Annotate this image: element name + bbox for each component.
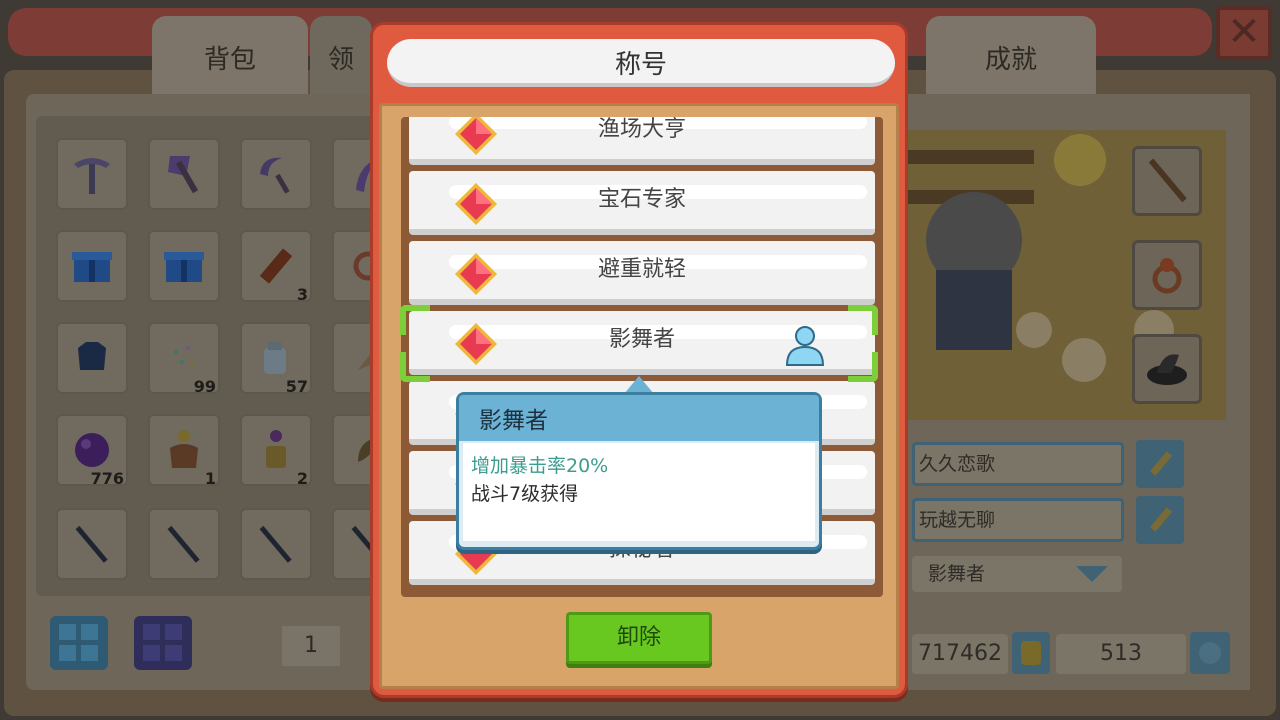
- seeds-icon: [174, 346, 194, 366]
- title-tooltip: 影舞者 增加暴击率20% 战斗7级获得: [456, 392, 822, 550]
- grid-icon: [59, 624, 98, 661]
- page-number: 1: [282, 626, 340, 666]
- selection-corner: [400, 352, 430, 382]
- selection-corner: [400, 305, 430, 335]
- tooltip-body: 增加暴击率20% 战斗7级获得: [463, 443, 815, 541]
- gem-icon: [1190, 632, 1230, 674]
- equip-slot-weapon[interactable]: [1132, 146, 1202, 216]
- inventory-slot[interactable]: [56, 322, 128, 394]
- tab-backpack[interactable]: 背包: [152, 16, 308, 98]
- hat-icon: [1147, 354, 1187, 385]
- title-row-selected[interactable]: 影舞者: [409, 311, 875, 375]
- tab-achievements[interactable]: 成就: [926, 16, 1096, 98]
- sort-button[interactable]: [134, 616, 192, 670]
- gift-box-icon: [164, 252, 204, 282]
- selection-corner: [848, 305, 878, 335]
- tab-label: 成就: [984, 45, 1037, 75]
- grid-view-button[interactable]: [50, 616, 108, 670]
- tab-label: 领: [327, 45, 354, 75]
- pencil-icon: [1149, 451, 1173, 476]
- ring-icon: [1152, 258, 1182, 294]
- inventory-slot[interactable]: [56, 138, 128, 210]
- chevron-down-icon: [1076, 566, 1108, 582]
- title-row-label: 渔场大亨: [597, 117, 686, 142]
- user-equipped-icon: [785, 326, 825, 366]
- gift-box-icon: [72, 252, 112, 282]
- milk-jug-icon: [264, 342, 286, 374]
- inventory-slot[interactable]: 1: [148, 414, 220, 488]
- inventory-slot[interactable]: 99: [148, 322, 220, 396]
- inventory-slot[interactable]: [240, 508, 312, 580]
- title-dropdown-value: 影舞者: [928, 563, 986, 585]
- equip-slot-hat[interactable]: [1132, 334, 1202, 404]
- inventory-slot[interactable]: 776: [56, 414, 128, 488]
- potion-bottle-icon: [266, 430, 286, 468]
- item-count: 2: [296, 469, 308, 488]
- gold-coin-icon: [1012, 632, 1050, 674]
- inventory-slot[interactable]: 57: [240, 322, 312, 396]
- flower-bag-icon: [170, 430, 198, 468]
- inventory-slot[interactable]: [148, 508, 220, 580]
- pencil-icon: [1149, 507, 1173, 532]
- edit-signature-button[interactable]: [1136, 496, 1184, 544]
- item-count: 1: [204, 469, 216, 488]
- inventory-slot[interactable]: [148, 230, 220, 302]
- fishing-rod-icon: [167, 525, 200, 563]
- close-icon: ✕: [1227, 9, 1261, 55]
- titles-modal: 称号 渔场大亨 宝石专家 避重就轻 影舞者: [370, 22, 908, 698]
- tooltip-source: 战斗7级获得: [471, 483, 579, 505]
- item-count: 99: [193, 377, 216, 396]
- item-count: 3: [296, 285, 308, 304]
- modal-title: 称号: [387, 39, 895, 87]
- title-row[interactable]: 避重就轻: [409, 241, 875, 305]
- close-button[interactable]: ✕: [1216, 6, 1272, 60]
- firecracker-icon: [259, 248, 293, 284]
- gold-amount: 717462: [912, 634, 1008, 674]
- fishing-rod-icon: [75, 525, 108, 563]
- equip-slot-ring[interactable]: [1132, 240, 1202, 310]
- inventory-slot[interactable]: 2: [240, 414, 312, 488]
- pickaxe-icon: [74, 158, 110, 194]
- inventory-slot[interactable]: [240, 138, 312, 210]
- inventory-slot[interactable]: [148, 138, 220, 210]
- item-count: 57: [285, 377, 308, 396]
- diamond-grid-icon: [143, 624, 182, 661]
- name-field-1[interactable]: 久久恋歌: [912, 442, 1124, 486]
- inventory-slot[interactable]: [56, 230, 128, 302]
- stick-icon: [1148, 158, 1187, 203]
- edit-name-button[interactable]: [1136, 440, 1184, 488]
- axe-icon: [168, 156, 199, 194]
- tab-label: 背包: [203, 45, 256, 75]
- tab-second[interactable]: 领: [310, 16, 372, 98]
- title-dropdown[interactable]: 影舞者: [912, 556, 1122, 592]
- title-row[interactable]: 宝石专家: [409, 171, 875, 235]
- gem-amount: 513: [1056, 634, 1186, 674]
- tooltip-effect: 增加暴击率20%: [471, 455, 609, 477]
- unequip-button[interactable]: 卸除: [566, 612, 712, 664]
- crystal-orb-icon: [75, 433, 109, 467]
- item-count: 776: [90, 469, 124, 488]
- selection-corner: [848, 352, 878, 382]
- title-row[interactable]: 渔场大亨: [409, 117, 875, 165]
- name-field-2[interactable]: 玩越无聊: [912, 498, 1124, 542]
- tooltip-title: 影舞者: [459, 395, 819, 441]
- fishing-rod-icon: [259, 525, 292, 563]
- sickle-icon: [260, 157, 290, 194]
- inventory-slot[interactable]: 3: [240, 230, 312, 304]
- title-row-label: 避重就轻: [597, 257, 686, 282]
- inventory-slot[interactable]: [56, 508, 128, 580]
- title-row-label: 宝石专家: [597, 187, 686, 212]
- armor-icon: [78, 342, 106, 370]
